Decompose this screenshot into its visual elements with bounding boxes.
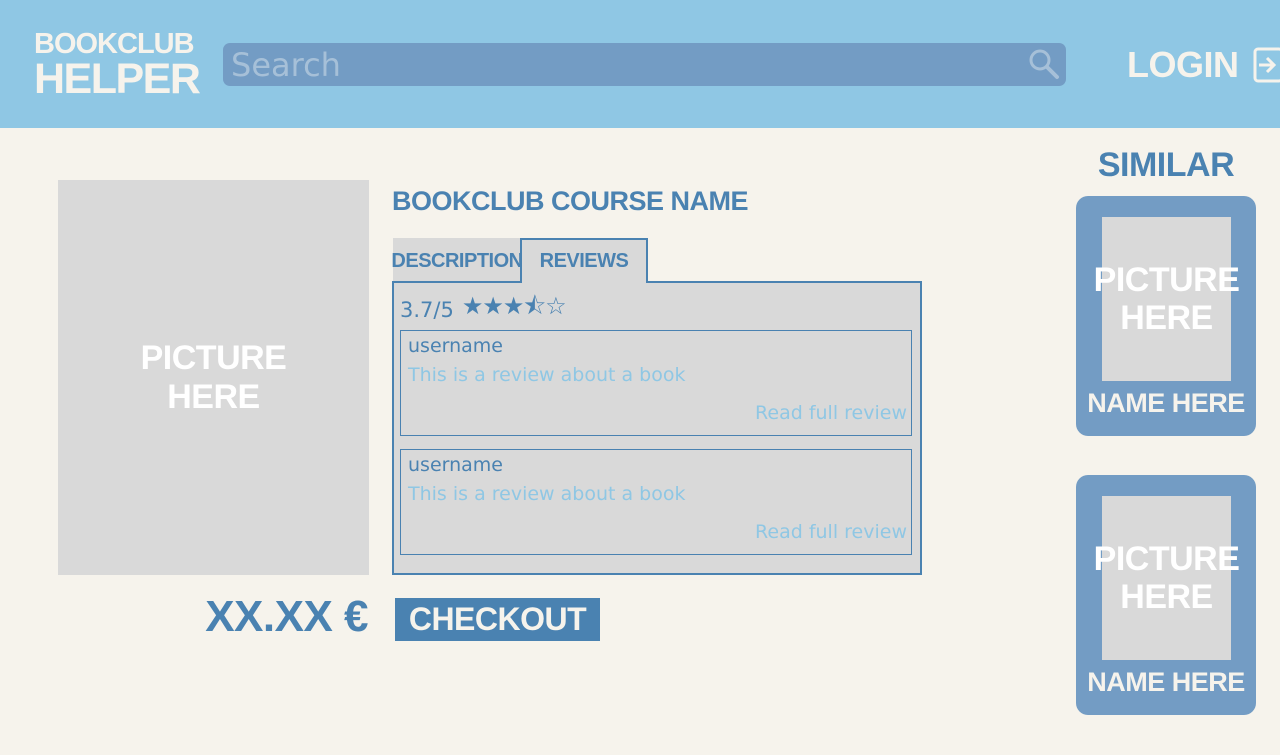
- picture-label-line-1: PICTURE: [140, 339, 287, 378]
- similar-item-card[interactable]: PICTURE HERE NAME HERE: [1076, 196, 1256, 436]
- similar-heading: SIMILAR: [1097, 146, 1235, 184]
- login-label: LOGIN: [1127, 44, 1239, 85]
- review-text: This is a review about a book: [408, 364, 686, 386]
- tab-reviews[interactable]: REVIEWS: [520, 238, 648, 283]
- login-button[interactable]: LOGIN: [1127, 44, 1280, 86]
- review-card: username This is a review about a book R…: [400, 330, 912, 436]
- review-text: This is a review about a book: [408, 483, 686, 505]
- product-image-placeholder: PICTURE HERE: [58, 180, 369, 575]
- price: XX.XX €: [205, 592, 368, 641]
- reviews-panel: 3.7/5 ★★★⯪☆ username This is a review ab…: [392, 281, 922, 575]
- similar-item-card[interactable]: PICTURE HERE NAME HERE: [1076, 475, 1256, 715]
- picture-label-line-1: PICTURE: [1093, 539, 1240, 578]
- picture-label-line-2: HERE: [1120, 299, 1213, 337]
- read-full-review-link[interactable]: Read full review: [755, 521, 907, 543]
- rating-summary: 3.7/5 ★★★⯪☆: [400, 289, 567, 330]
- rating-score: 3.7/5: [400, 297, 454, 322]
- login-icon: [1253, 47, 1280, 83]
- similar-item-name: NAME HERE: [1087, 388, 1245, 418]
- similar-item-image-placeholder: PICTURE HERE: [1094, 496, 1240, 660]
- review-username[interactable]: username: [408, 335, 503, 357]
- review-username[interactable]: username: [408, 454, 503, 476]
- picture-label-line-2: HERE: [167, 377, 260, 416]
- search-input[interactable]: [231, 43, 1021, 86]
- header-bar: BOOKCLUB HELPER LOGIN: [0, 0, 1280, 128]
- course-title: BOOKCLUB COURSE NAME: [392, 186, 749, 216]
- logo[interactable]: BOOKCLUB HELPER: [34, 30, 201, 103]
- picture-label-line-2: HERE: [1120, 578, 1213, 616]
- checkout-button[interactable]: CHECKOUT: [393, 596, 602, 643]
- read-full-review-link[interactable]: Read full review: [755, 402, 907, 424]
- search-icon[interactable]: [1028, 48, 1060, 80]
- similar-item-image-placeholder: PICTURE HERE: [1094, 217, 1240, 381]
- picture-label-line-1: PICTURE: [1093, 260, 1240, 299]
- review-card: username This is a review about a book R…: [400, 449, 912, 555]
- tab-description[interactable]: DESCRIPTION: [391, 238, 523, 282]
- logo-line-2: HELPER: [34, 55, 201, 103]
- star-rating-icon: ★★★⯪☆: [461, 292, 567, 320]
- search-bar: [223, 43, 1066, 86]
- similar-item-name: NAME HERE: [1087, 667, 1245, 697]
